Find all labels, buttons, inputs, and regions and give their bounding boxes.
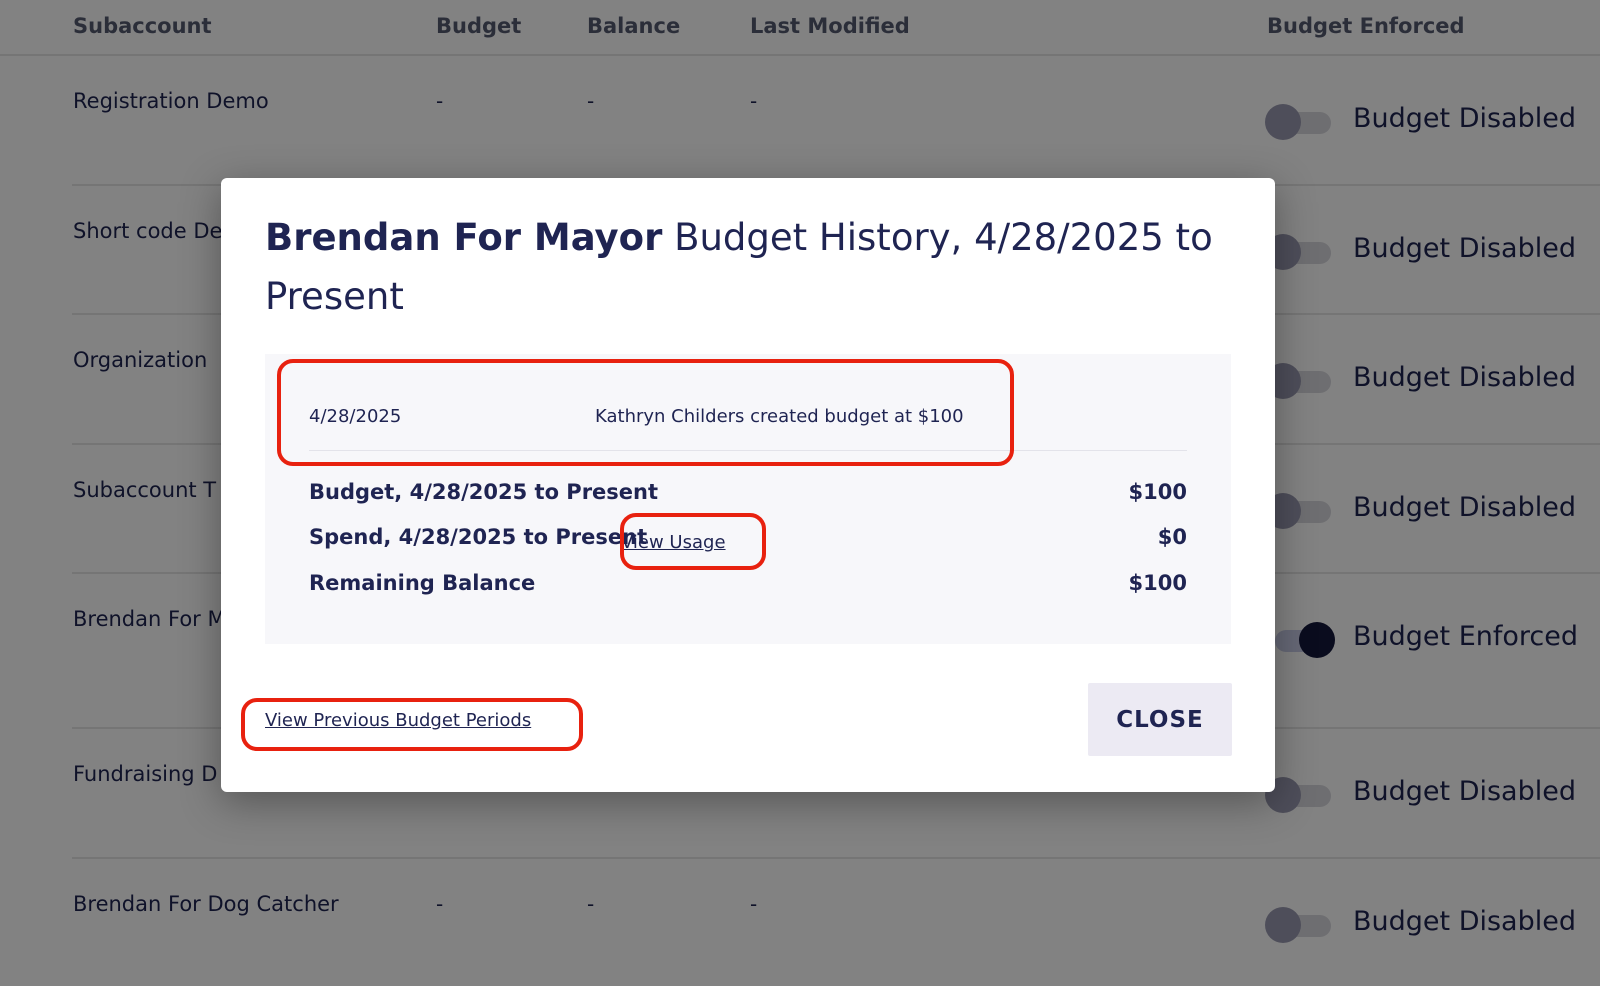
- close-button[interactable]: CLOSE: [1088, 683, 1232, 756]
- budget-period-value: $100: [1128, 480, 1187, 504]
- remaining-balance-value: $100: [1128, 571, 1187, 595]
- remaining-balance-label: Remaining Balance: [309, 571, 536, 595]
- spend-period-label: Spend, 4/28/2025 to Present: [309, 525, 648, 549]
- history-event: Kathryn Childers created budget at $100: [595, 406, 964, 427]
- budget-history-modal: Brendan For Mayor Budget History, 4/28/2…: [221, 178, 1275, 792]
- view-previous-periods-link[interactable]: View Previous Budget Periods: [265, 710, 531, 731]
- spend-period-value: $0: [1157, 525, 1187, 549]
- modal-title-org: Brendan For Mayor: [265, 216, 663, 259]
- history-panel: 4/28/2025 Kathryn Childers created budge…: [265, 354, 1231, 644]
- history-date: 4/28/2025: [309, 406, 402, 427]
- budget-period-label: Budget, 4/28/2025 to Present: [309, 480, 659, 504]
- view-usage-link[interactable]: View Usage: [621, 532, 726, 553]
- modal-title: Brendan For Mayor Budget History, 4/28/2…: [265, 208, 1225, 326]
- divider: [309, 450, 1187, 451]
